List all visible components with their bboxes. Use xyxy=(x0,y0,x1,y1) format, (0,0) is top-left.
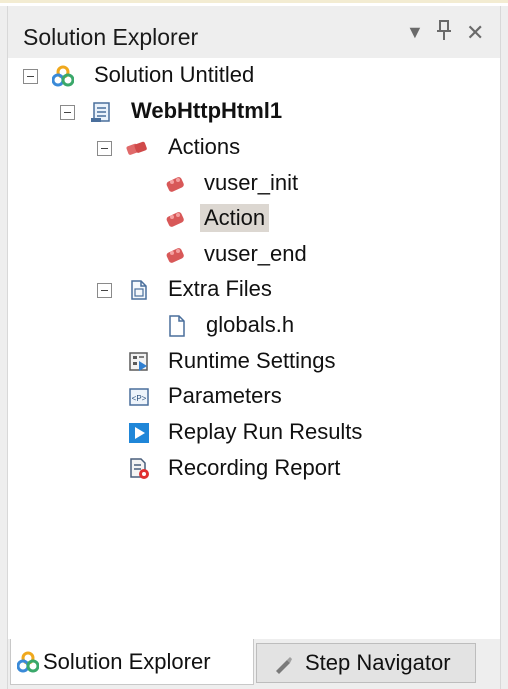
replay-results-icon xyxy=(129,423,149,443)
tree-item-globals[interactable]: globals.h xyxy=(8,310,488,344)
tab-strip: Solution Explorer Step Navigator xyxy=(8,639,500,689)
tree-item-vuser-init[interactable]: vuser_init xyxy=(8,168,488,202)
tab-solution-explorer[interactable]: Solution Explorer xyxy=(10,639,254,685)
tree-item-runtime-settings[interactable]: Runtime Settings xyxy=(8,346,488,380)
left-border xyxy=(0,6,8,689)
collapse-toggle[interactable] xyxy=(97,141,112,156)
collapse-toggle[interactable] xyxy=(97,283,112,298)
action-icon xyxy=(166,177,184,192)
collapse-toggle[interactable] xyxy=(23,69,38,84)
tree-item-solution[interactable]: Solution Untitled xyxy=(8,60,488,94)
tree-item-recording-report[interactable]: Recording Report xyxy=(8,453,488,487)
tree-item-label: WebHttpHtml1 xyxy=(131,98,283,123)
panel-titlebar: Solution Explorer ▼ ✕ xyxy=(8,6,500,58)
action-icon xyxy=(166,248,184,263)
tree-item-label: Solution Untitled xyxy=(94,62,255,87)
tree-item-label: Parameters xyxy=(168,383,282,408)
tree-item-actions[interactable]: Actions xyxy=(8,132,488,166)
parameters-icon: <P> xyxy=(129,388,149,406)
tree-item-label: vuser_end xyxy=(204,241,307,266)
action-icon xyxy=(166,212,184,227)
right-border xyxy=(500,6,508,689)
tree-item-label: Action xyxy=(200,204,270,232)
solution-icon xyxy=(52,65,74,87)
solution-explorer-icon xyxy=(17,651,39,673)
svg-text:<P>: <P> xyxy=(132,394,147,403)
file-icon xyxy=(169,315,185,337)
tree-item-vuser-end[interactable]: vuser_end xyxy=(8,239,488,273)
tree-item-label: Runtime Settings xyxy=(168,348,336,373)
tree-item-replay-results[interactable]: Replay Run Results xyxy=(8,417,488,451)
tree-item-script[interactable]: WebHttpHtml1 xyxy=(8,96,488,130)
tab-label: Solution Explorer xyxy=(43,648,211,674)
tab-step-navigator[interactable]: Step Navigator xyxy=(256,643,476,683)
runtime-settings-icon xyxy=(129,352,148,371)
tree-item-extra-files[interactable]: Extra Files xyxy=(8,274,488,308)
step-navigator-icon xyxy=(276,657,292,674)
tree-item-label: Recording Report xyxy=(168,455,341,480)
tree-item-action[interactable]: Action xyxy=(8,203,488,237)
actions-folder-icon xyxy=(126,141,147,155)
dropdown-icon[interactable]: ▼ xyxy=(406,22,424,43)
tree-item-label: Extra Files xyxy=(168,276,272,301)
tree-item-label: Actions xyxy=(168,134,241,159)
tree-item-label: Replay Run Results xyxy=(168,419,363,444)
solution-explorer-panel: Solution Explorer ▼ ✕ Solution Untitled xyxy=(0,0,508,689)
tree-item-label: vuser_init xyxy=(204,170,299,195)
tab-label: Step Navigator xyxy=(305,650,451,675)
solution-tree: Solution Untitled WebHttpHtml1 Actions v… xyxy=(8,58,500,638)
pin-icon[interactable] xyxy=(436,19,452,47)
collapse-toggle[interactable] xyxy=(60,105,75,120)
tree-item-parameters[interactable]: <P> Parameters xyxy=(8,381,488,415)
extra-files-icon xyxy=(131,280,147,300)
script-icon xyxy=(91,102,110,122)
tree-item-label: globals.h xyxy=(206,312,295,337)
recording-report-icon xyxy=(130,458,149,479)
panel-title: Solution Explorer xyxy=(23,24,199,50)
close-icon[interactable]: ✕ xyxy=(466,20,484,46)
